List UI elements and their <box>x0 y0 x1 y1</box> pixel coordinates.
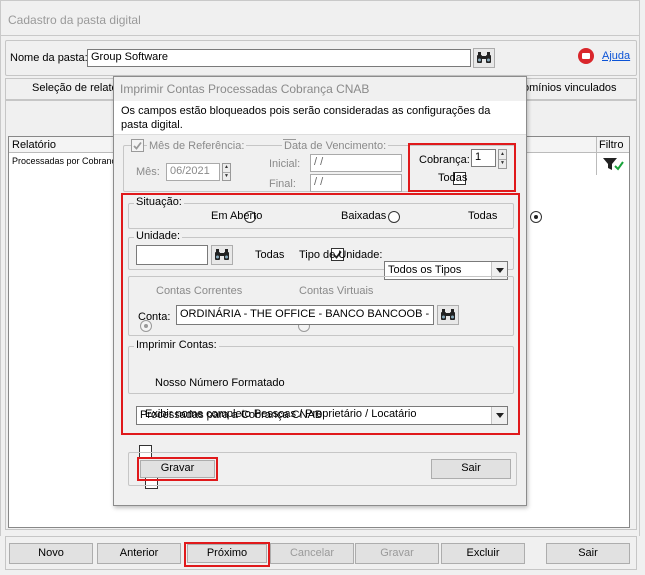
conta-label: Conta: <box>138 311 171 323</box>
binoculars-icon <box>215 249 229 260</box>
tab-condominios-vinculados[interactable]: omínios vinculados <box>523 82 617 94</box>
mes-label: Mês: <box>136 166 160 178</box>
final-label: Final: <box>269 178 296 190</box>
contas-virtuais-label: Contas Virtuais <box>299 285 374 297</box>
binoculars-icon <box>477 52 491 63</box>
grid-row-relatorio[interactable]: Processadas por Cobranç <box>12 156 116 166</box>
col-filtro: Filtro <box>599 139 624 151</box>
situacao-baixadas-label: Baixadas <box>341 210 387 222</box>
mes-input[interactable]: 06/2021 <box>166 163 220 181</box>
window-title-bar: Cadastro da pasta digital <box>0 0 640 36</box>
binoculars-icon <box>441 309 455 320</box>
sair-toolbar-button[interactable]: Sair <box>546 543 630 564</box>
search-pasta-button[interactable] <box>473 48 495 68</box>
situacao-legend: Situação: <box>134 196 184 208</box>
mes-spin-icon[interactable]: ▲ ▼ <box>222 163 231 181</box>
pasta-label: Nome da pasta: <box>10 52 88 64</box>
unidade-legend: Unidade: <box>134 230 183 242</box>
sair-dialog-button[interactable]: Sair <box>431 459 511 479</box>
anterior-button[interactable]: Anterior <box>97 543 181 564</box>
contas-correntes-label: Contas Correntes <box>156 285 243 297</box>
col-relatorio: Relatório <box>12 139 57 151</box>
cobranca-input[interactable]: 1 <box>471 149 496 167</box>
filter-icon <box>603 158 624 171</box>
todas-unidade-label: Todas <box>255 249 285 261</box>
dropdown-arrow-icon <box>491 407 507 424</box>
inicial-label: Inicial: <box>269 158 301 170</box>
dialog-title: Imprimir Contas Processadas Cobrança CNA… <box>120 82 370 96</box>
final-input[interactable]: / / <box>310 174 402 192</box>
window-title: Cadastro da pasta digital <box>8 13 141 27</box>
pasta-name-input[interactable]: Group Software <box>87 49 471 67</box>
help-icon[interactable] <box>578 48 594 64</box>
search-unidade-button[interactable] <box>211 245 233 265</box>
mes-referencia-checkbox[interactable] <box>131 139 144 152</box>
grid-divider <box>596 137 597 175</box>
nosso-numero-label: Nosso Número Formatado <box>155 377 285 389</box>
cobranca-label: Cobrança: <box>419 154 470 166</box>
proximo-button[interactable]: Próximo <box>187 544 267 563</box>
gravar-toolbar-button[interactable]: Gravar <box>355 543 439 564</box>
gravar-button[interactable]: Gravar <box>140 460 215 478</box>
filter-button[interactable] <box>598 155 628 173</box>
situacao-group <box>128 203 514 229</box>
data-vencimento-label: Data de Vencimento: <box>282 140 389 152</box>
mes-referencia-label: Mês de Referência: <box>147 140 247 152</box>
unidade-input[interactable] <box>136 245 208 265</box>
imprimir-contas-legend: Imprimir Contas: <box>134 339 219 351</box>
search-conta-button[interactable] <box>437 305 459 325</box>
cancelar-button[interactable]: Cancelar <box>270 543 354 564</box>
tab-selecao-relatorio[interactable]: Seleção de relató <box>32 82 118 94</box>
situacao-em-aberto-label: Em Aberto <box>211 210 263 222</box>
situacao-todas-label: Todas <box>468 210 498 222</box>
tipo-unidade-label: Tipo de Unidade: <box>299 249 383 261</box>
inicial-input[interactable]: / / <box>310 154 402 172</box>
todas-cobranca-label: Todas <box>438 172 468 184</box>
exibir-nome-label: Exibir nome completo Pessoas / Proprietá… <box>145 408 417 420</box>
excluir-button[interactable]: Excluir <box>441 543 525 564</box>
help-link[interactable]: Ajuda <box>602 50 630 62</box>
novo-button[interactable]: Novo <box>9 543 93 564</box>
dialog-info-text: Os campos estão bloqueados pois serão co… <box>121 105 491 131</box>
cobranca-spin-icon[interactable]: ▲ ▼ <box>498 149 507 169</box>
conta-input[interactable]: ORDINÁRIA - THE OFFICE - BANCO BANCOOB -… <box>176 305 434 325</box>
